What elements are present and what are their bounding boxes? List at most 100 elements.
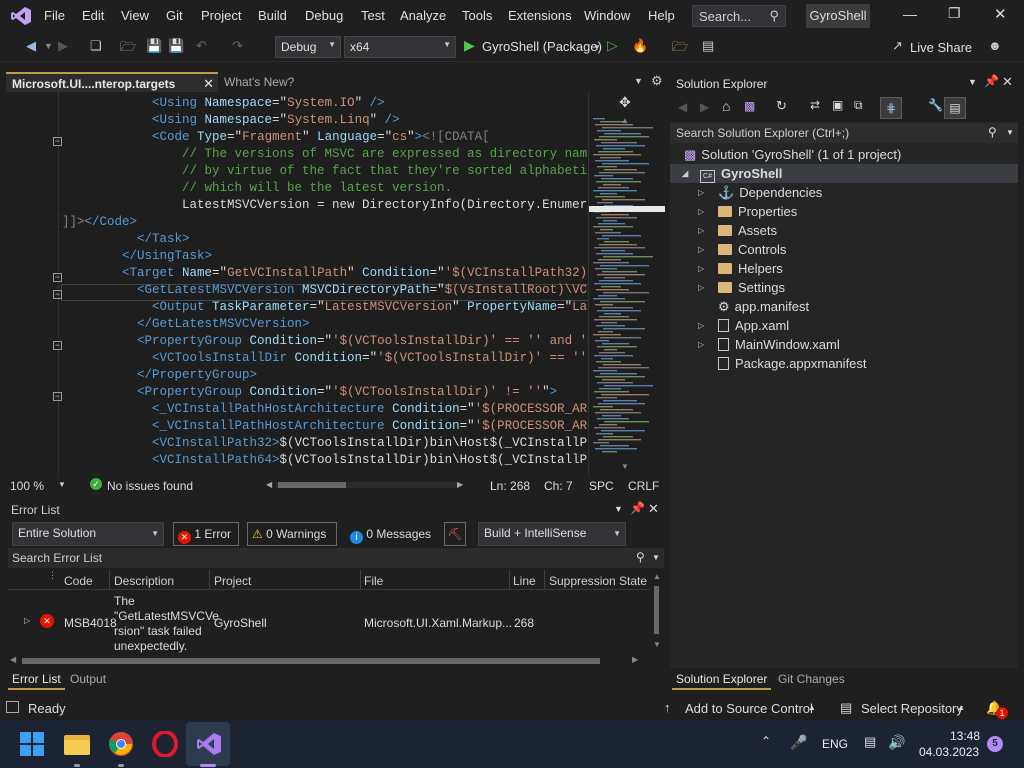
save-icon[interactable]: 💾 [146,38,162,54]
scroll-left-icon[interactable]: ◀ [266,480,272,489]
code-line[interactable]: ]]></Code> [62,214,137,231]
menu-git[interactable]: Git [166,8,183,23]
layout-icon[interactable]: ▤ [702,38,714,54]
expand-arrow-icon[interactable]: ▷ [698,221,704,240]
live-share-icon[interactable]: ↗ [892,38,903,54]
menu-analyze[interactable]: Analyze [400,8,446,23]
opera-icon[interactable] [152,731,178,757]
tree-item-assets[interactable]: ▷ Assets [698,221,777,240]
start-debug-icon[interactable]: ▶ [464,37,475,54]
restore-icon[interactable]: ❐ [948,5,961,22]
tab-solution-explorer[interactable]: Solution Explorer [672,670,772,690]
column-number[interactable]: Ch: 7 [544,479,573,493]
expand-arrow-icon[interactable]: ▷ [698,183,704,202]
solution-search[interactable]: Search Solution Explorer (Ctrl+;) ⚲ ▼ [670,123,1018,143]
tab-interop-targets[interactable]: Microsoft.UI....nterop.targets ✕ [6,72,218,92]
menu-edit[interactable]: Edit [82,8,104,23]
properties-wrench-icon[interactable]: 🔧 [928,98,943,112]
code-line[interactable]: </GetLatestMSVCVersion> [62,316,310,333]
tree-item-dependencies[interactable]: ▷ ⚓ Dependencies [698,183,822,202]
errors-filter-button[interactable]: ✕ 1 Error [173,522,239,546]
tree-project[interactable]: ◢ C# GyroShell [682,164,782,183]
menu-project[interactable]: Project [201,8,241,23]
source-dropdown[interactable]: Build + IntelliSense ▼ [478,522,626,546]
zoom-dropdown-icon[interactable]: ▼ [58,480,66,489]
preview-selected-icon[interactable]: ▤ [944,97,966,119]
menu-build[interactable]: Build [258,8,287,23]
menu-help[interactable]: Help [648,8,675,23]
fold-toggle-icon[interactable]: − [53,137,62,146]
expand-arrow-icon[interactable]: ▷ [698,316,704,335]
start-without-debug-icon[interactable]: ▷ [607,37,618,54]
search-box[interactable]: Search... ⚲ [692,5,786,27]
run-target-dropdown-icon[interactable]: ▼ [593,43,601,52]
code-line[interactable]: <VCInstallPath32>$(VCToolsInstallDir)bin… [62,435,610,452]
menu-test[interactable]: Test [361,8,385,23]
code-line[interactable]: <Target Name="GetVCInstallPath" Conditio… [62,265,610,282]
menu-view[interactable]: View [121,8,149,23]
home-icon[interactable]: ⌂ [722,98,730,114]
tab-whats-new[interactable]: What's New? [218,72,298,92]
close-tab-icon[interactable]: ✕ [203,74,214,94]
tree-solution[interactable]: ▩ Solution 'GyroShell' (1 of 1 project) [684,145,901,164]
tree-item-controls[interactable]: ▷ Controls [698,240,786,259]
scroll-up-icon[interactable]: ▲ [653,572,661,581]
tree-item-settings[interactable]: ▷ Settings [698,278,785,297]
scrollbar-thumb[interactable] [278,482,346,488]
code-line[interactable]: // The versions of MSVC are expressed as… [62,146,610,163]
new-item-icon[interactable]: ❏ [90,38,102,54]
forward-icon[interactable]: ▶ [58,38,68,54]
code-line[interactable]: <PropertyGroup Condition="'$(VCToolsInst… [62,333,610,350]
scroll-down-icon[interactable]: ▼ [653,640,661,649]
file-explorer-icon[interactable] [64,732,90,756]
scrollbar-thumb[interactable] [22,658,600,664]
fold-toggle-icon[interactable]: − [53,290,62,299]
scroll-up-icon[interactable]: ▲ [621,116,629,125]
warnings-filter-button[interactable]: ⚠ 0 Warnings [247,522,337,546]
forward-icon[interactable]: ▶ [700,100,709,114]
tab-error-list[interactable]: Error List [8,670,65,690]
fold-toggle-icon[interactable]: − [53,341,62,350]
col-project[interactable]: Project [214,574,251,588]
code-line[interactable]: // by virtue of the fact that they're so… [62,163,610,180]
code-line[interactable]: <Using Namespace="System.IO" /> [62,95,385,112]
input-language[interactable]: ENG [822,737,848,751]
expand-row-icon[interactable]: ▷ [24,616,30,625]
menu-window[interactable]: Window [584,8,630,23]
filter-pending-icon[interactable]: ⋕ [880,97,902,119]
chevron-down-icon[interactable]: ▼ [652,553,660,562]
code-editor[interactable]: <Using Namespace="System.IO" /> <Using N… [8,92,664,476]
panel-menu-icon[interactable]: ▼ [614,504,623,514]
expand-arrow-icon[interactable]: ▷ [698,259,704,278]
fold-toggle-icon[interactable]: − [53,273,62,282]
chrome-icon[interactable] [108,731,134,757]
code-line[interactable]: <_VCInstallPathHostArchitecture Conditio… [62,401,610,418]
zoom-level[interactable]: 100 % [10,479,44,493]
visual-studio-logo-icon[interactable] [10,6,32,26]
expand-arrow-icon[interactable]: ▷ [698,278,704,297]
hot-reload-icon[interactable]: 🔥 [632,38,648,54]
back-icon[interactable]: ◀ [678,100,687,114]
table-row[interactable]: ▷ ✕ MSB4018 The "GetLatestMSVCVe rsion" … [8,592,650,654]
col-suppression[interactable]: Suppression State [549,574,647,588]
run-target-label[interactable]: GyroShell (Package) [482,39,602,54]
expand-arrow-icon[interactable]: ▷ [698,335,704,354]
error-file[interactable]: Microsoft.UI.Xaml.Markup... [364,616,512,630]
menu-debug[interactable]: Debug [305,8,343,23]
vertical-scrollbar[interactable]: ▲ ▼ [652,570,662,654]
back-dropdown-icon[interactable]: ▼ [44,41,53,51]
chevron-up-icon[interactable]: ▲ [957,703,965,712]
split-editor-icon[interactable]: ✥ [619,94,631,111]
windows-start-icon[interactable] [20,732,44,756]
undo-icon[interactable]: ↶ [196,38,207,54]
sync-icon[interactable]: ⇄ [810,98,820,112]
scroll-right-icon[interactable]: ▶ [632,655,638,664]
show-hidden-icons-icon[interactable]: ⌃ [761,734,771,748]
code-line[interactable]: </UsingTask> [62,248,212,265]
code-line[interactable]: LatestMSVCVersion = new DirectoryInfo(Di… [62,197,610,214]
clock-date[interactable]: 04.03.2023 [919,745,979,759]
filter-icon[interactable]: ⛏ [444,522,466,546]
tab-git-changes[interactable]: Git Changes [778,672,845,686]
scrollbar-thumb[interactable] [654,586,659,634]
show-all-files-icon[interactable]: ⧉ [854,98,863,113]
